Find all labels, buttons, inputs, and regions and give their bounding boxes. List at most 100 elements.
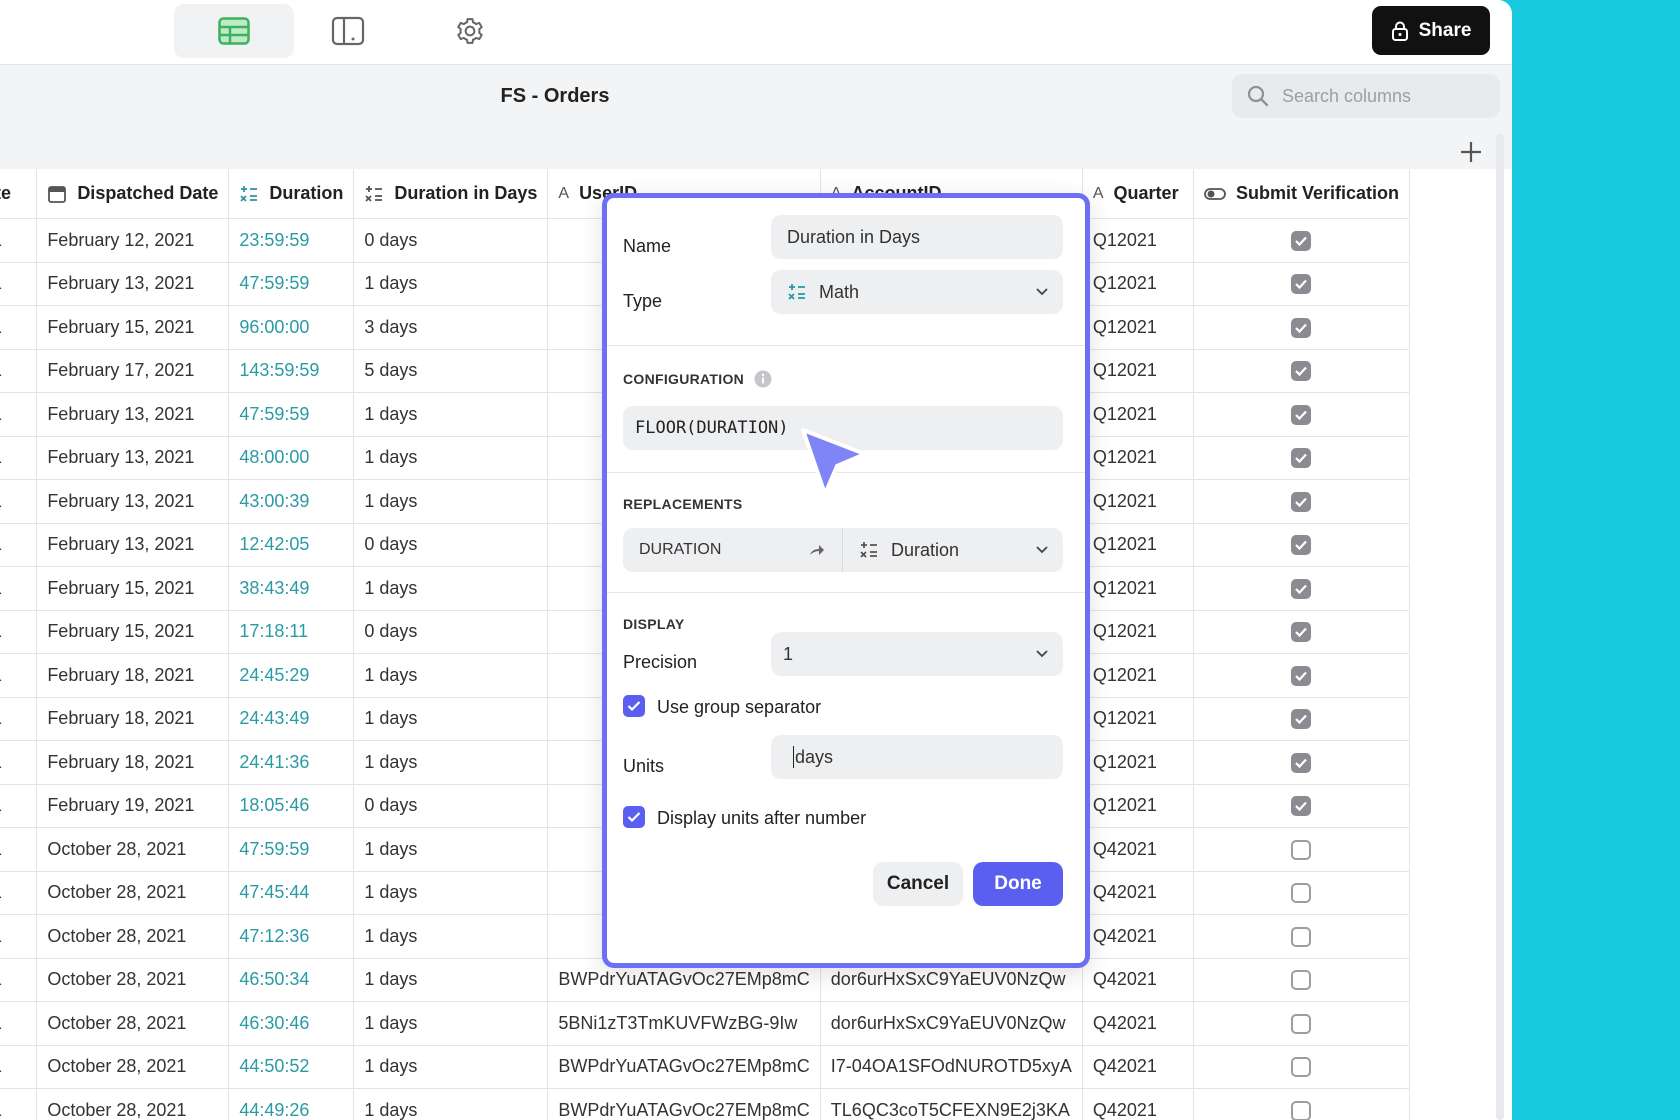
cell-userid[interactable]: BWPdrYuATAGvOc27EMp8mC	[547, 1088, 821, 1120]
cell-date[interactable]: 021	[0, 653, 38, 698]
group-separator-checkbox[interactable]	[623, 695, 645, 717]
cell-duration[interactable]: 18:05:46	[228, 784, 355, 828]
cell-date[interactable]: 021	[0, 1001, 38, 1046]
type-select[interactable]: Math	[771, 270, 1063, 314]
cell-quarter[interactable]: Q12021	[1082, 305, 1194, 350]
cell-duration-in-days[interactable]: 1 days	[353, 740, 549, 785]
cell-duration[interactable]: 17:18:11	[228, 610, 355, 654]
add-column-button[interactable]	[1456, 137, 1486, 167]
cell-duration[interactable]: 47:12:36	[228, 914, 355, 959]
cell-quarter[interactable]: Q12021	[1082, 610, 1194, 654]
cell-duration-in-days[interactable]: 0 days	[353, 523, 549, 567]
cell-quarter[interactable]: Q12021	[1082, 392, 1194, 437]
cell-dispatched-date[interactable]: February 19, 2021	[36, 784, 230, 828]
cell-dispatched-date[interactable]: October 28, 2021	[36, 1045, 230, 1089]
cell-duration-in-days[interactable]: 1 days	[353, 436, 549, 480]
cell-dispatched-date[interactable]: February 15, 2021	[36, 610, 230, 654]
cell-date[interactable]: 021	[0, 827, 38, 872]
cell-quarter[interactable]: Q12021	[1082, 523, 1194, 567]
cell-dispatched-date[interactable]: February 15, 2021	[36, 305, 230, 350]
cell-quarter[interactable]: Q42021	[1082, 914, 1194, 959]
cancel-button[interactable]: Cancel	[873, 862, 963, 906]
cell-quarter[interactable]: Q42021	[1082, 958, 1194, 1002]
checked-checkbox[interactable]	[1291, 491, 1312, 512]
cell-duration[interactable]: 43:00:39	[228, 479, 355, 524]
cell-quarter[interactable]: Q12021	[1082, 784, 1194, 828]
cell-quarter[interactable]: Q42021	[1082, 1045, 1194, 1089]
cell-dispatched-date[interactable]: October 28, 2021	[36, 871, 230, 915]
cell-duration-in-days[interactable]: 5 days	[353, 349, 549, 393]
cell-dispatched-date[interactable]: October 28, 2021	[36, 914, 230, 959]
cell-duration-in-days[interactable]: 1 days	[353, 566, 549, 611]
vertical-scrollbar[interactable]	[1496, 134, 1504, 1120]
info-icon[interactable]	[754, 370, 772, 388]
cell-quarter[interactable]: Q42021	[1082, 1088, 1194, 1120]
cell-duration[interactable]: 24:45:29	[228, 653, 355, 698]
tab-settings[interactable]	[410, 4, 530, 58]
checked-checkbox[interactable]	[1291, 709, 1312, 730]
cell-duration[interactable]: 47:45:44	[228, 871, 355, 915]
cell-duration-in-days[interactable]: 0 days	[353, 218, 549, 263]
cell-dispatched-date[interactable]: February 13, 2021	[36, 523, 230, 567]
cell-date[interactable]: 021	[0, 262, 38, 306]
cell-duration-in-days[interactable]: 1 days	[353, 958, 549, 1002]
cell-date[interactable]: 021	[0, 436, 38, 480]
units-after-number-checkbox[interactable]	[623, 806, 645, 828]
checked-checkbox[interactable]	[1291, 796, 1312, 817]
checked-checkbox[interactable]	[1291, 622, 1312, 643]
cell-quarter[interactable]: Q12021	[1082, 740, 1194, 785]
precision-select[interactable]: 1	[771, 632, 1063, 676]
unchecked-checkbox[interactable]	[1291, 1013, 1312, 1034]
cell-quarter[interactable]: Q12021	[1082, 262, 1194, 306]
cell-duration-in-days[interactable]: 1 days	[353, 479, 549, 524]
cell-duration[interactable]: 48:00:00	[228, 436, 355, 480]
cell-date[interactable]: 021	[0, 218, 38, 263]
checked-checkbox[interactable]	[1291, 448, 1312, 469]
cell-userid[interactable]: 5BNi1zT3TmKUVFWzBG-9Iw	[547, 1001, 821, 1046]
cell-duration-in-days[interactable]: 1 days	[353, 697, 549, 741]
table-row[interactable]: 021October 28, 202144:50:521 daysBWPdrYu…	[0, 1045, 1411, 1089]
column-header-date[interactable]: Date	[0, 169, 38, 219]
cell-duration[interactable]: 47:59:59	[228, 262, 355, 306]
cell-duration-in-days[interactable]: 1 days	[353, 1088, 549, 1120]
share-button[interactable]: Share	[1372, 6, 1490, 55]
cell-dispatched-date[interactable]: February 13, 2021	[36, 392, 230, 437]
name-input[interactable]: Duration in Days	[771, 215, 1063, 259]
cell-quarter[interactable]: Q42021	[1082, 827, 1194, 872]
cell-dispatched-date[interactable]: February 17, 2021	[36, 349, 230, 393]
checked-checkbox[interactable]	[1291, 752, 1312, 773]
cell-dispatched-date[interactable]: October 28, 2021	[36, 827, 230, 872]
checked-checkbox[interactable]	[1291, 230, 1312, 251]
column-header-duration[interactable]: Duration	[228, 169, 355, 219]
cell-duration-in-days[interactable]: 1 days	[353, 914, 549, 959]
cell-date[interactable]: 021	[0, 523, 38, 567]
cell-date[interactable]: 021	[0, 697, 38, 741]
cell-date[interactable]: 021	[0, 784, 38, 828]
cell-duration[interactable]: 46:30:46	[228, 1001, 355, 1046]
units-input[interactable]: days	[771, 735, 1063, 779]
unchecked-checkbox[interactable]	[1291, 926, 1312, 947]
cell-duration-in-days[interactable]: 0 days	[353, 610, 549, 654]
cell-quarter[interactable]: Q12021	[1082, 479, 1194, 524]
cell-duration[interactable]: 24:41:36	[228, 740, 355, 785]
cell-accountid[interactable]: TL6QC3coT5CFEXN9E2j3KA	[820, 1088, 1083, 1120]
table-row[interactable]: 021October 28, 202146:30:461 days5BNi1zT…	[0, 1001, 1411, 1046]
cell-duration[interactable]: 143:59:59	[228, 349, 355, 393]
cell-quarter[interactable]: Q12021	[1082, 436, 1194, 480]
cell-duration-in-days[interactable]: 1 days	[353, 871, 549, 915]
cell-date[interactable]: 021	[0, 1045, 38, 1089]
column-header-quarter[interactable]: A Quarter	[1082, 169, 1194, 219]
unchecked-checkbox[interactable]	[1291, 970, 1312, 991]
cell-duration-in-days[interactable]: 1 days	[353, 392, 549, 437]
cell-dispatched-date[interactable]: October 28, 2021	[36, 958, 230, 1002]
cell-duration-in-days[interactable]: 1 days	[353, 827, 549, 872]
cell-dispatched-date[interactable]: February 18, 2021	[36, 697, 230, 741]
cell-quarter[interactable]: Q42021	[1082, 1001, 1194, 1046]
column-header-duration-in-days[interactable]: Duration in Days	[353, 169, 549, 219]
table-row[interactable]: 021October 28, 202144:49:261 daysBWPdrYu…	[0, 1088, 1411, 1120]
unchecked-checkbox[interactable]	[1291, 1100, 1312, 1120]
cell-duration[interactable]: 44:50:52	[228, 1045, 355, 1089]
cell-date[interactable]: 021	[0, 958, 38, 1002]
cell-duration[interactable]: 12:42:05	[228, 523, 355, 567]
checked-checkbox[interactable]	[1291, 274, 1312, 295]
